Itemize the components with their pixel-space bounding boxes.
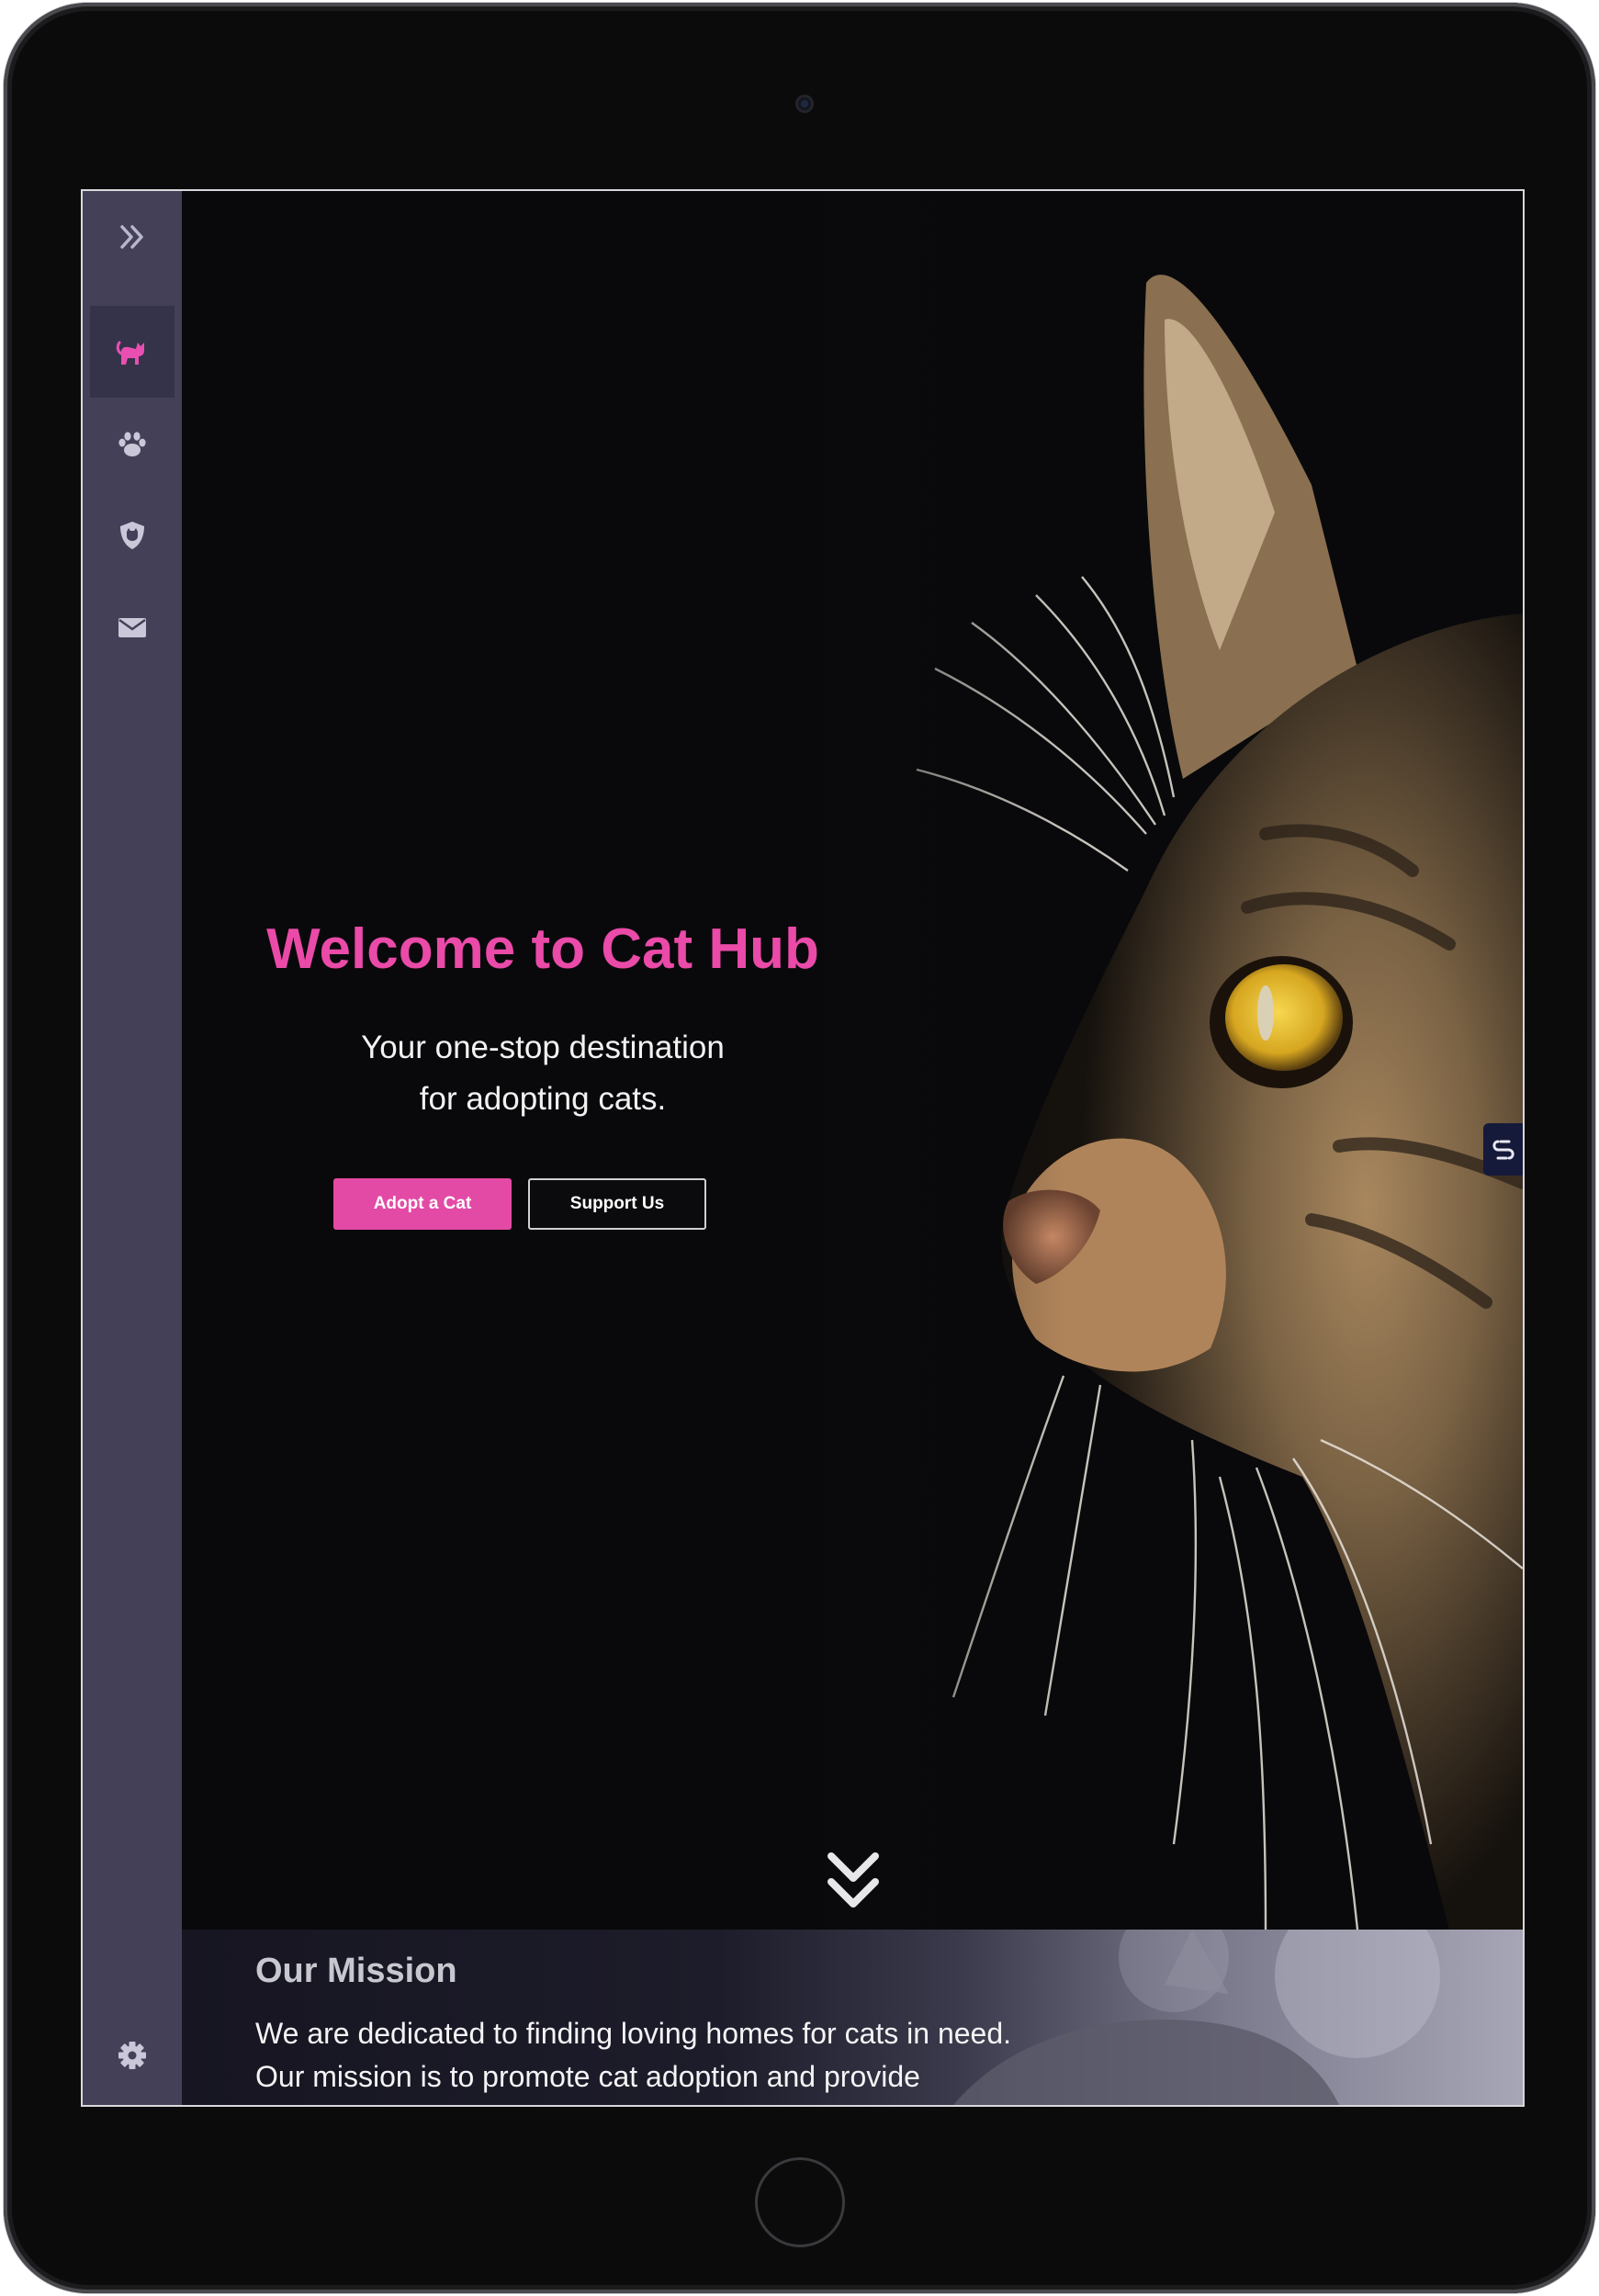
sidebar-item-contact[interactable] — [90, 581, 175, 673]
shield-cat-icon — [120, 522, 144, 549]
cat-icon — [116, 341, 144, 365]
front-camera — [795, 95, 814, 113]
sidebar-item-cats[interactable] — [90, 398, 175, 490]
sidebar-expand-button[interactable] — [97, 209, 167, 264]
sidebar-item-protection[interactable] — [90, 490, 175, 581]
home-button[interactable] — [755, 2157, 845, 2247]
chevrons-down-icon[interactable] — [826, 1849, 881, 1915]
chevrons-right-icon — [120, 225, 143, 249]
mission-title: Our Mission — [255, 1952, 457, 1990]
mission-text: We are dedicated to finding loving homes… — [255, 2012, 1266, 2099]
adopt-cat-button[interactable]: Adopt a Cat — [333, 1178, 512, 1230]
link-icon — [1492, 1140, 1515, 1159]
hero-tagline-line-2: for adopting cats. — [419, 1081, 667, 1117]
sidebar — [83, 191, 182, 2105]
hero-tagline-line-1: Your one-stop destination — [361, 1030, 725, 1065]
mission-text-line-2: Our mission is to promote cat adoption a… — [255, 2060, 920, 2093]
support-us-button[interactable]: Support Us — [528, 1178, 706, 1230]
tablet-frame: Welcome to Cat Hub Your one-stop destina… — [4, 3, 1595, 2293]
envelope-icon — [118, 618, 146, 637]
paw-icon — [118, 432, 146, 456]
hero-tagline: Your one-stop destination for adopting c… — [240, 1022, 846, 1125]
mission-text-line-1: We are dedicated to finding loving homes… — [255, 2017, 1012, 2050]
gear-icon — [118, 2042, 146, 2069]
hero-section: Welcome to Cat Hub Your one-stop destina… — [182, 191, 1523, 1930]
app-screen: Welcome to Cat Hub Your one-stop destina… — [83, 191, 1523, 2105]
sidebar-item-home[interactable] — [90, 306, 175, 398]
mission-section: Our Mission We are dedicated to finding … — [182, 1930, 1523, 2105]
sidebar-item-settings[interactable] — [90, 2009, 175, 2101]
hero-title: Welcome to Cat Hub — [266, 917, 819, 981]
floating-widget-tab[interactable] — [1483, 1123, 1523, 1176]
